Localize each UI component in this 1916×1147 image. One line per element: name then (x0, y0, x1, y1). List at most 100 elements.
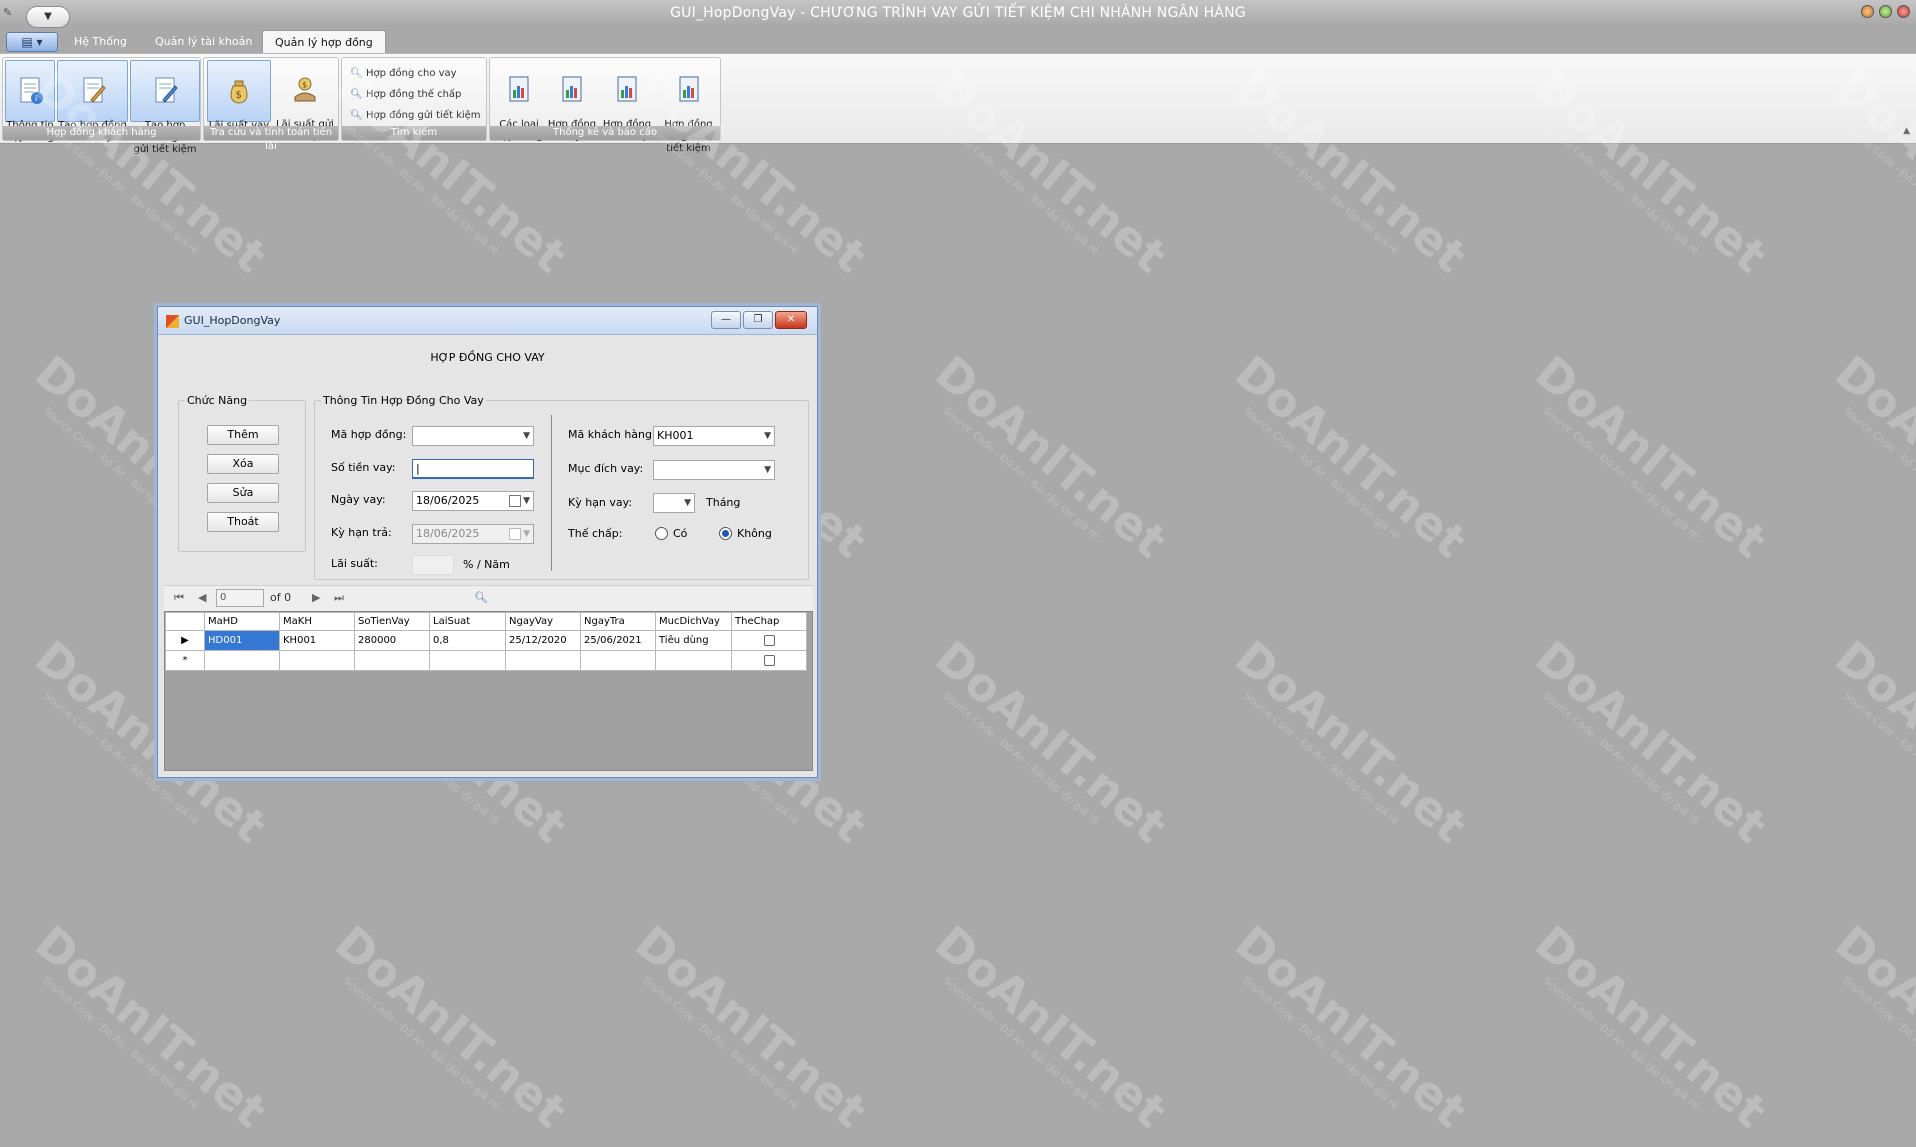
them-button[interactable]: Thêm (207, 425, 279, 445)
svg-text:$: $ (236, 90, 242, 101)
move-next-button[interactable]: ▶ (312, 591, 320, 604)
column-header-mahd[interactable]: MaHD (204, 612, 280, 631)
watermark-brand: DoAnIT.net (925, 630, 1177, 854)
tim-hop-dong-the-chap-button[interactable]: 🔍︎ Hợp đồng thế chấp (350, 86, 461, 104)
table-cell[interactable]: 25/06/2021 (580, 630, 656, 651)
watermark: DoAnIT.netSource Code - Đồ Án - Bài tập … (1218, 630, 1477, 862)
new-row[interactable]: * (165, 650, 807, 671)
ngay-vay-datepicker[interactable]: 18/06/2025 ▼ (412, 491, 534, 511)
maximize-button[interactable] (1879, 5, 1892, 18)
column-header-mucdichvay[interactable]: MucDichVay (655, 612, 732, 631)
muc-dich-vay-label: Mục đích vay: (568, 462, 644, 475)
column-header-ngayvay[interactable]: NgayVay (505, 612, 581, 631)
close-button[interactable] (1897, 5, 1910, 18)
ma-hop-dong-combobox[interactable]: ▼ (412, 426, 534, 446)
new-row-indicator[interactable]: * (165, 650, 205, 671)
the-chap-co-radio[interactable] (655, 527, 668, 540)
table-row[interactable]: ▶ HD001 KH001 280000 0,8 25/12/2020 25/0… (165, 630, 807, 651)
column-header-thechap[interactable]: TheChap (731, 612, 807, 631)
watermark-tagline: Source Code - Đồ Án - Bài tập lớn giá rẻ (1241, 690, 1401, 827)
group-label: Tìm kiếm (342, 126, 486, 140)
table-cell[interactable]: 0,8 (429, 630, 506, 651)
xoa-button[interactable]: Xóa (207, 454, 279, 474)
tim-hop-dong-cho-vay-button[interactable]: 🔍︎ Hợp đồng cho vay (350, 65, 457, 83)
cac-loai-hop-dong-button[interactable]: Các loại hợp đồng (492, 60, 546, 142)
tab-quan-ly-hop-dong[interactable]: Quản lý hợp đồng (262, 30, 386, 54)
watermark: DoAnIT.netSource Code - Đồ Án - Bài tập … (1518, 345, 1777, 577)
watermark: DoAnIT.netSource Code - Đồ Án - Bài tập … (618, 915, 877, 1147)
column-header-sotienvay[interactable]: SoTienVay (354, 612, 430, 631)
watermark-tagline: Source Code - Đồ Án - Bài tập lớn giá rẻ (1841, 975, 1916, 1112)
column-header-ngaytra[interactable]: NgayTra (580, 612, 656, 631)
move-previous-button[interactable]: ◀ (198, 591, 206, 604)
thechap-cell[interactable] (731, 630, 807, 651)
ky-han-tra-label: Kỳ hạn trả: (331, 526, 392, 539)
sua-button[interactable]: Sửa (207, 483, 279, 503)
ribbon-collapse-icon[interactable]: ▲ (1903, 126, 1910, 136)
hop-dong-data-grid[interactable]: MaHD MaKH SoTienVay LaiSuat NgayVay Ngay… (164, 611, 813, 771)
lai-suat-vay-button[interactable]: $ Lãi suất vay (207, 60, 271, 131)
thoat-button[interactable]: Thoát (207, 512, 279, 532)
thechap-cell[interactable] (731, 650, 807, 671)
vertical-divider (551, 415, 552, 571)
tao-hop-dong-gui-tiet-kiem-button[interactable]: Tạo hợp đồng gửi tiết kiệm (130, 60, 200, 155)
column-header-laisuat[interactable]: LaiSuat (429, 612, 506, 631)
report-icon (679, 76, 698, 102)
tab-he-thong[interactable]: Hệ Thống (62, 30, 139, 54)
table-cell[interactable] (505, 650, 581, 671)
watermark: DoAnIT.netSource Code - Đồ Án - Bài tập … (318, 915, 577, 1147)
minimize-button[interactable] (1861, 5, 1874, 18)
document-info-icon: i (20, 77, 43, 104)
table-cell[interactable] (354, 650, 430, 671)
watermark-brand: DoAnIT.net (1825, 345, 1916, 569)
lai-suat-gui-tiet-kiem-button[interactable]: $ Lãi suất gửi tiết kiệm (273, 60, 337, 142)
child-close-button[interactable]: ✕ (775, 311, 807, 329)
watermark-tagline: Source Code - Đồ Án - Bài tập lớn giá rẻ (1841, 405, 1916, 542)
position-input[interactable]: 0 (216, 589, 264, 607)
search-icon[interactable]: 🔍︎ (474, 591, 488, 604)
thong-ke-hop-dong-gui-tiet-kiem-button[interactable]: Hợp đồng gửi tiết kiệm (657, 60, 720, 154)
tao-hop-dong-cho-vay-button[interactable]: Tạo hợp đồng cho vay (57, 60, 128, 143)
thechap-checkbox[interactable] (763, 634, 775, 646)
application-menu-button[interactable]: ▤ ▾ (6, 32, 58, 52)
table-cell[interactable]: HD001 (204, 630, 280, 651)
so-tien-vay-input[interactable]: | (412, 459, 534, 479)
move-first-button[interactable]: ⏮ (174, 591, 184, 605)
group-tra-cuu-tien-lai: $ Lãi suất vay $ Lãi suất gửi tiết kiệm … (203, 57, 339, 152)
child-restore-button[interactable]: ❐ (743, 311, 773, 329)
window-title: GUI_HopDongVay - CHƯƠNG TRÌNH VAY GỬI TI… (670, 5, 1246, 21)
thong-ke-hop-dong-the-chap-button[interactable]: Hợp đồng thế chấp (598, 60, 656, 142)
watermark-tagline: Source Code - Đồ Án - Bài tập lớn giá rẻ (1541, 690, 1701, 827)
thechap-checkbox[interactable] (763, 654, 775, 666)
muc-dich-vay-combobox[interactable]: ▼ (653, 460, 775, 480)
watermark-brand: DoAnIT.net (1525, 630, 1777, 854)
table-cell[interactable] (429, 650, 506, 671)
table-cell[interactable]: KH001 (279, 630, 355, 651)
column-header-makh[interactable]: MaKH (279, 612, 355, 631)
table-cell[interactable] (655, 650, 732, 671)
watermark: DoAnIT.netSource Code - Đồ Án - Bài tập … (1218, 915, 1477, 1147)
watermark: DoAnIT.netSource Code - Đồ Án - Bài tập … (1518, 630, 1777, 862)
thong-ke-hop-dong-vay-button[interactable]: Hợp đồng vay (547, 60, 597, 142)
tab-quan-ly-tai-khoan[interactable]: Quản lý tài khoản (143, 30, 264, 54)
table-cell[interactable]: Tiêu dùng (655, 630, 732, 651)
table-cell[interactable] (204, 650, 280, 671)
ma-khach-hang-combobox[interactable]: KH001 ▼ (653, 426, 775, 446)
table-cell[interactable] (279, 650, 355, 671)
watermark-tagline: Source Code - Đồ Án - Bài tập lớn giá rẻ (1241, 405, 1401, 542)
thong-tin-hop-dong-button[interactable]: i Thông tin hợp đồng (5, 60, 55, 143)
chuc-nang-legend: Chức Năng (185, 394, 250, 407)
tim-hop-dong-gui-tiet-kiem-button[interactable]: 🔍︎ Hợp đồng gửi tiết kiệm (350, 107, 481, 125)
table-cell[interactable]: 25/12/2020 (505, 630, 581, 651)
lai-suat-input (412, 555, 454, 575)
table-cell[interactable] (580, 650, 656, 671)
chevron-down-icon: ▼ (523, 496, 530, 506)
child-minimize-button[interactable]: — (711, 311, 741, 329)
group-label: Thống kê và báo cáo (490, 126, 720, 140)
move-last-button[interactable]: ⏭ (334, 591, 344, 605)
search-icon: 🔍︎ (350, 89, 363, 100)
the-chap-khong-radio[interactable] (719, 527, 732, 540)
ky-han-vay-combobox[interactable]: ▼ (653, 493, 695, 513)
table-cell[interactable]: 280000 (354, 630, 430, 651)
current-row-indicator[interactable]: ▶ (165, 630, 205, 651)
